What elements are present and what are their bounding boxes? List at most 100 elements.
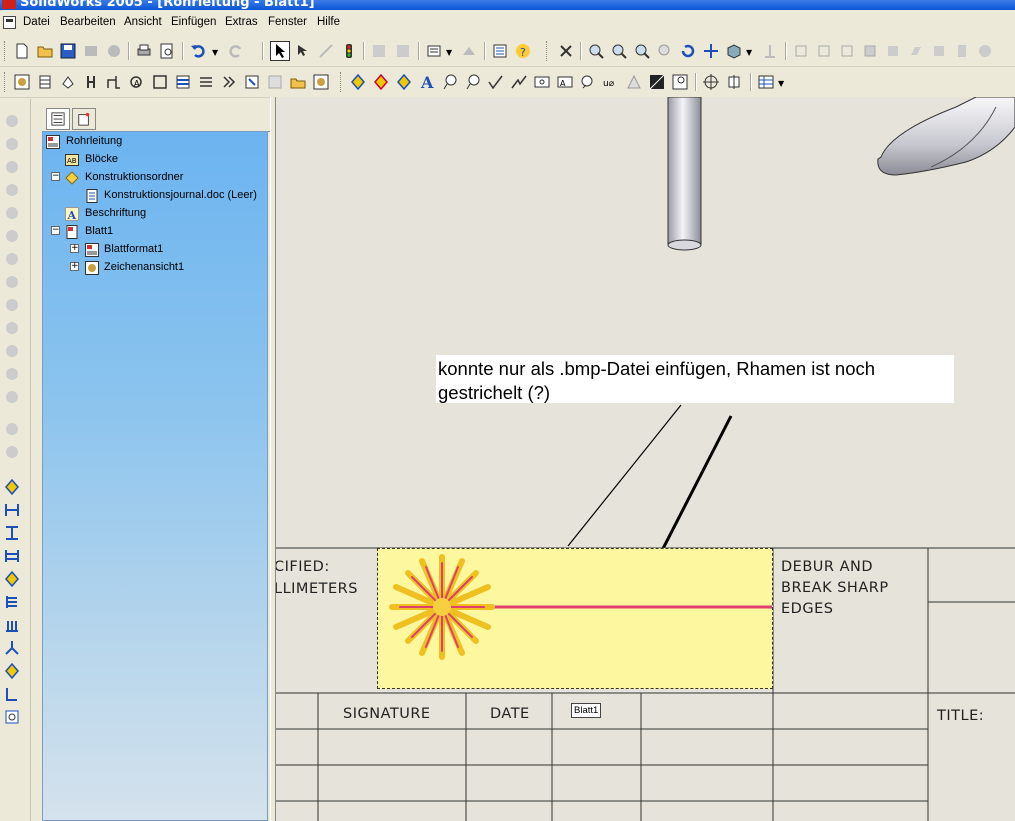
- table-dropdown-icon[interactable]: ▼: [778, 79, 784, 88]
- select-other-icon[interactable]: [295, 43, 311, 59]
- datum-target-icon[interactable]: u⌀: [603, 74, 619, 90]
- insert-component-icon[interactable]: [461, 43, 477, 59]
- cosmetic-thread-icon[interactable]: [626, 74, 642, 90]
- sketch-icon[interactable]: [318, 43, 334, 59]
- properties-icon[interactable]: [492, 43, 508, 59]
- features-icon-1[interactable]: [4, 113, 20, 129]
- features-icon-5[interactable]: [4, 205, 20, 221]
- features-icon-12[interactable]: [4, 366, 20, 382]
- pipe-bend[interactable]: [877, 97, 1015, 176]
- area-hatch-icon[interactable]: [649, 74, 665, 90]
- tree-collapse-toggle[interactable]: −: [51, 172, 60, 181]
- drawing-canvas[interactable]: konnte nur als .bmp-Datei einfügen, Rham…: [276, 97, 1015, 821]
- alternate-position-icon[interactable]: [221, 74, 237, 90]
- standard-3-view-icon[interactable]: [37, 74, 53, 90]
- menu-bearbeiten[interactable]: Bearbeiten: [60, 16, 116, 28]
- broken-view-icon[interactable]: [175, 74, 191, 90]
- features-icon-10[interactable]: [4, 320, 20, 336]
- vt-chamfer-dim-icon[interactable]: [4, 640, 20, 656]
- vt-horizontal-dim-icon[interactable]: [4, 502, 20, 518]
- tree-expand-toggle[interactable]: +: [70, 244, 79, 253]
- print-icon[interactable]: [136, 43, 152, 59]
- features-icon-4[interactable]: [4, 182, 20, 198]
- hidden-lines-visible-icon[interactable]: [816, 43, 832, 59]
- weld-symbol-icon[interactable]: [511, 74, 527, 90]
- tree-node-konstruktionsjournal[interactable]: Konstruktionsjournal.doc (Leer): [104, 189, 257, 201]
- new-document-icon[interactable]: [14, 43, 30, 59]
- vt-vertical-ordinate-icon[interactable]: [4, 594, 20, 610]
- section-view-tool-icon[interactable]: [106, 74, 122, 90]
- features-icon-7[interactable]: [4, 251, 20, 267]
- pipe-vertical[interactable]: [667, 97, 702, 251]
- layer-icon[interactable]: [395, 43, 411, 59]
- features-icon-13[interactable]: [4, 389, 20, 405]
- toolbar-grip[interactable]: [340, 72, 344, 92]
- vt-ordinate-dim-icon[interactable]: [4, 571, 20, 587]
- projected-view-icon[interactable]: [60, 74, 76, 90]
- select-pointer-icon[interactable]: [270, 41, 290, 61]
- undo-icon[interactable]: [190, 43, 206, 59]
- update-view-icon[interactable]: [313, 74, 329, 90]
- break-view-icon[interactable]: [198, 74, 214, 90]
- zoom-area-icon[interactable]: [611, 43, 627, 59]
- normal-to-icon[interactable]: [762, 43, 778, 59]
- vt-anchor-icon[interactable]: [4, 686, 20, 702]
- save-icon[interactable]: [60, 43, 76, 59]
- vt-baseline-dim-icon[interactable]: [4, 548, 20, 564]
- tree-collapse-toggle[interactable]: −: [51, 226, 60, 235]
- pan-icon[interactable]: [703, 43, 719, 59]
- menu-hilfe[interactable]: Hilfe: [317, 16, 340, 28]
- vt-autodimension-icon[interactable]: [4, 663, 20, 679]
- features-icon-2[interactable]: [4, 136, 20, 152]
- rebuild-traffic-light-icon[interactable]: [341, 43, 357, 59]
- features-icon-6[interactable]: [4, 228, 20, 244]
- redo-icon[interactable]: [228, 43, 244, 59]
- features-icon-14[interactable]: [4, 421, 20, 437]
- print-preview-icon[interactable]: [159, 43, 175, 59]
- predefined-view-icon[interactable]: [267, 74, 283, 90]
- tree-root-rohrleitung[interactable]: Rohrleitung: [66, 135, 122, 147]
- vt-dimension-icon[interactable]: [4, 479, 20, 495]
- views-dropdown-icon[interactable]: ▼: [746, 48, 752, 57]
- center-mark-icon[interactable]: [703, 74, 719, 90]
- view-orientation-icon[interactable]: [558, 43, 574, 59]
- table-icon[interactable]: [758, 74, 774, 90]
- menu-ansicht[interactable]: Ansicht: [124, 16, 162, 28]
- help-icon[interactable]: ?: [515, 43, 531, 59]
- tree-node-blattformat1[interactable]: Blattformat1: [104, 243, 163, 255]
- features-icon-3[interactable]: [4, 159, 20, 175]
- publish-icon[interactable]: [83, 43, 99, 59]
- grid-icon[interactable]: [371, 43, 387, 59]
- perspective-icon[interactable]: [954, 43, 970, 59]
- toolbar-grip[interactable]: [4, 41, 8, 61]
- note-icon[interactable]: A: [419, 74, 435, 90]
- datum-feature-icon[interactable]: [580, 74, 596, 90]
- menu-extras[interactable]: Extras: [225, 16, 258, 28]
- make-drawing-icon[interactable]: [106, 43, 122, 59]
- wireframe-icon[interactable]: [793, 43, 809, 59]
- options-icon[interactable]: [426, 43, 442, 59]
- callout-note[interactable]: konnte nur als .bmp-Datei einfügen, Rham…: [436, 355, 954, 403]
- shaded-edges-icon[interactable]: [862, 43, 878, 59]
- empty-view-icon[interactable]: [290, 74, 306, 90]
- vt-fully-define-icon[interactable]: [4, 709, 20, 725]
- tab-feature-manager[interactable]: [46, 108, 70, 130]
- features-icon-8[interactable]: [4, 274, 20, 290]
- tab-property-manager[interactable]: [72, 108, 96, 130]
- model-items-icon[interactable]: [373, 74, 389, 90]
- rotate-view-icon[interactable]: [680, 43, 696, 59]
- auto-balloon-icon[interactable]: [465, 74, 481, 90]
- realview-sphere-icon[interactable]: [977, 43, 993, 59]
- autodimension-icon[interactable]: [396, 74, 412, 90]
- tree-node-konstruktionsordner[interactable]: Konstruktionsordner: [85, 171, 183, 183]
- tree-node-beschriftung[interactable]: Beschriftung: [85, 207, 146, 219]
- inserted-bmp-image[interactable]: [377, 548, 774, 689]
- features-icon-9[interactable]: [4, 297, 20, 313]
- centerline-icon[interactable]: [726, 74, 742, 90]
- vt-vertical-dim-icon[interactable]: [4, 525, 20, 541]
- crop-view-icon[interactable]: [152, 74, 168, 90]
- section-view-icon[interactable]: [931, 43, 947, 59]
- smart-dimension-icon[interactable]: [350, 74, 366, 90]
- toolbar-grip[interactable]: [546, 41, 550, 61]
- block-icon[interactable]: [672, 74, 688, 90]
